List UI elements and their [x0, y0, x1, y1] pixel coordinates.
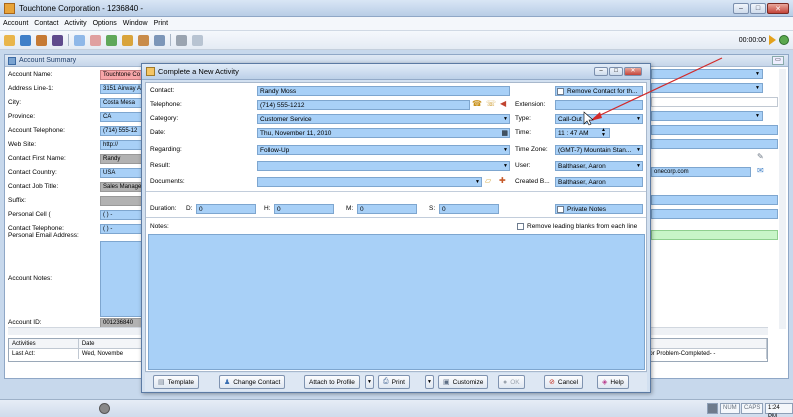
status-bar: NUM CAPS 1:24 PM — [0, 399, 793, 417]
keyboard-status-icon — [707, 403, 718, 414]
caps-indicator: CAPS — [741, 403, 764, 414]
annotation-arrow — [583, 57, 723, 126]
num-indicator: NUM — [720, 403, 740, 414]
clock: 1:24 PM — [765, 403, 793, 417]
checkbox-square[interactable] — [557, 88, 564, 95]
status-indicator-icon — [99, 403, 110, 414]
